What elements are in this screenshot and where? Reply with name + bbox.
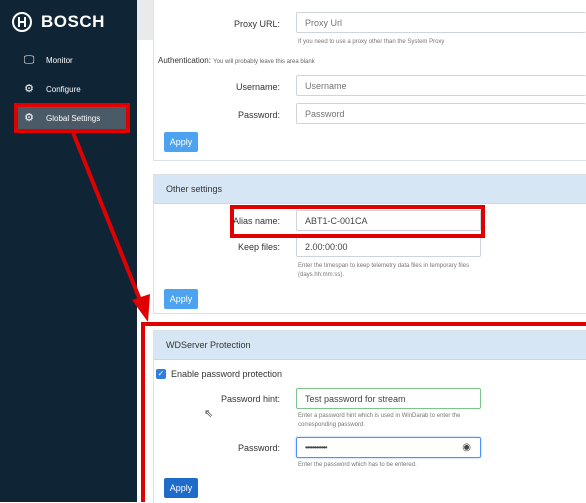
keep-files-input[interactable]: 2.00:00:00 bbox=[296, 236, 481, 257]
proxy-url-label: Proxy URL: bbox=[233, 19, 280, 29]
proxy-apply-button[interactable]: Apply bbox=[164, 132, 198, 152]
sidebar-item-label: Monitor bbox=[46, 55, 73, 65]
username-input[interactable] bbox=[296, 75, 586, 96]
sidebar-item-monitor[interactable]: 🖵 Monitor bbox=[14, 45, 129, 75]
bosch-logo-icon bbox=[12, 12, 32, 32]
keep-files-label: Keep files: bbox=[237, 242, 280, 252]
sidebar-item-configure[interactable]: ⚙ Configure bbox=[14, 74, 129, 104]
monitor-icon: 🖵 bbox=[23, 53, 35, 66]
proxy-url-help: If you need to use a proxy other than th… bbox=[298, 39, 445, 45]
other-apply-button[interactable]: Apply bbox=[164, 289, 198, 309]
gear-icon: ⚙ bbox=[24, 82, 34, 95]
highlight-alias-name bbox=[230, 205, 485, 238]
highlight-global-settings bbox=[14, 103, 130, 133]
proxy-url-input[interactable] bbox=[296, 12, 586, 33]
brand-name: BOSCH bbox=[41, 12, 105, 31]
authentication-label: Authentication: bbox=[158, 56, 211, 65]
proxy-password-label: Password: bbox=[237, 110, 280, 120]
sidebar-item-label: Configure bbox=[46, 84, 81, 94]
other-settings-header: Other settings bbox=[154, 175, 586, 204]
brand[interactable]: BOSCH bbox=[8, 9, 105, 35]
highlight-wdserver-protection bbox=[141, 322, 586, 502]
topbar-fragment bbox=[137, 0, 153, 40]
username-label: Username: bbox=[235, 82, 280, 92]
authentication-help: You will probably leave this area blank bbox=[213, 59, 315, 65]
proxy-password-input[interactable] bbox=[296, 103, 586, 124]
authentication-row: Authentication: You will probably leave … bbox=[158, 56, 315, 65]
keep-files-help: Enter the timespan to keep telemetry dat… bbox=[298, 263, 470, 278]
sidebar: BOSCH 🖵 Monitor ⚙ Configure ⚙ Global Set… bbox=[0, 0, 137, 502]
